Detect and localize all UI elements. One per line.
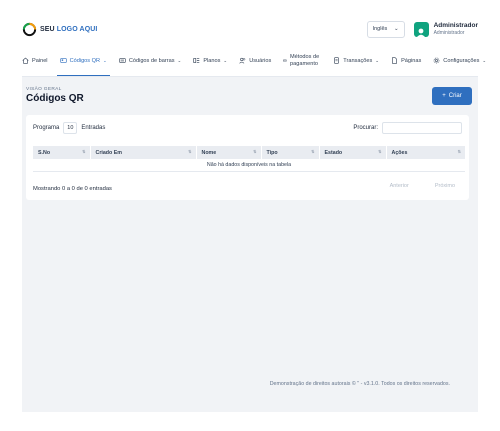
logo-text: SEU LOGO AQUI [40,26,97,33]
logo-main-text: LOGO AQUI [56,25,98,33]
sort-icon: ⇅ [378,149,382,154]
nav-item-painel[interactable]: Painel [22,46,48,75]
main-content: VISÃO GERAL Códigos QR + Criar Programa … [22,77,478,412]
nav-item-metodos-de-pagamento[interactable]: Métodos de pagamento [283,46,321,75]
table-info: Mostrando 0 a 0 de 0 entradas [33,186,112,192]
logo-prefix: SEU [40,25,55,33]
chevron-down-icon: ⌄ [393,26,399,32]
column-label: Criado Em [95,149,123,156]
user-role: Administrador [433,29,465,36]
column-label: S.No [38,149,51,156]
search-control: Procurar: [353,122,462,134]
next-page-button[interactable]: Próximo [435,183,455,189]
length-label-before: Programa [33,125,60,131]
column-label: Tipo [266,149,278,156]
nav-label: Configurações [443,57,480,64]
nav-label: Códigos de barras [128,57,175,64]
chevron-down-icon: ⌄ [103,57,107,63]
sort-icon: ⇅ [188,149,192,154]
page-title: Códigos QR [26,93,84,104]
length-label-after: Entradas [81,125,106,131]
nav-item-codigos-de-barras[interactable]: Códigos de barras ⌄ [119,46,182,75]
column-header-tipo[interactable]: Tipo ⇅ [260,146,319,159]
nav-label: Códigos QR [69,57,101,64]
chevron-down-icon: ⌄ [177,57,182,63]
column-label: Ações [391,149,408,156]
data-table: S.No ⇅ Criado Em ⇅ Nome ⇅ Tipo ⇅ Estado ⇅ Açõ… [33,146,465,172]
chevron-down-icon: ⌄ [375,57,380,63]
user-menu[interactable]: Administrador Administrador [413,21,478,37]
nav-label: Planos [203,57,221,64]
breadcrumb: VISÃO GERAL [26,87,62,92]
column-header-criado-em[interactable]: Criado Em ⇅ [89,146,196,159]
previous-page-button[interactable]: Anterior [390,183,409,189]
nav-label: Usuários [249,57,272,64]
table-card: Programa 10 Entradas Procurar: S.No ⇅ Cri… [26,115,469,200]
user-name: Administrador [433,21,478,29]
nav-label: Transações [343,57,373,64]
page-length-select[interactable]: 10 [63,122,78,134]
empty-table-message: Não há dados disponíveis na tabela [33,159,465,172]
nav-label: Páginas [401,57,422,64]
sort-icon: ⇅ [253,149,257,154]
sort-icon: ⇅ [457,149,461,154]
column-header-sno[interactable]: S.No ⇅ [33,146,90,159]
logo[interactable]: SEU LOGO AQUI [22,22,97,37]
nav-item-paginas[interactable]: Páginas [391,46,421,75]
sort-icon: ⇅ [311,149,315,154]
top-bar: SEU LOGO AQUI Inglês ⌄ Administrador Adm… [22,14,478,44]
language-value: Inglês [372,26,388,32]
column-label: Estado [324,149,343,156]
pages-icon [392,57,397,64]
language-select[interactable]: Inglês ⌄ [366,20,405,38]
pagination: Anterior Próximo [390,183,455,189]
column-header-estado[interactable]: Estado ⇅ [318,146,386,159]
footer-text: Demonstração de direitos autorais © " - … [269,381,450,387]
nav-label: Painel [32,57,48,64]
search-label: Procurar: [353,125,378,131]
nav-item-codigos-qr[interactable]: Códigos QR ⌄ [56,46,111,76]
logo-ring-icon [22,22,37,36]
page-length-value: 10 [67,125,74,131]
user-icon [417,28,426,37]
transactions-icon [334,57,340,64]
length-control: Programa 10 Entradas [33,122,105,134]
payment-icon [283,59,287,62]
nav-item-transacoes[interactable]: Transações ⌄ [333,46,379,75]
main-nav: Painel Códigos QR ⌄ Códigos de barras ⌄ … [22,46,486,76]
column-label: Nome [201,149,217,156]
users-icon [239,57,246,64]
qr-icon [59,58,67,63]
nav-item-configuracoes[interactable]: Configurações ⌄ [433,46,486,75]
plus-icon: + [442,93,446,99]
sort-icon: ⇅ [82,149,86,154]
nav-item-planos[interactable]: Planos ⌄ [193,46,227,75]
home-icon [22,57,29,64]
table-row: Não há dados disponíveis na tabela [33,159,465,172]
barcode-icon [119,58,126,63]
create-button-label: Criar [448,93,462,99]
settings-icon [433,57,440,64]
search-input[interactable] [382,122,462,134]
column-header-acoes[interactable]: Ações ⇅ [385,146,465,159]
plans-icon [193,58,200,63]
nav-label: Métodos de pagamento [290,53,320,67]
chevron-down-icon: ⌄ [482,57,487,63]
avatar [413,21,429,37]
table-header-row: S.No ⇅ Criado Em ⇅ Nome ⇅ Tipo ⇅ Estado ⇅ Açõ… [33,146,465,159]
nav-item-usuarios[interactable]: Usuários [239,46,271,75]
create-button[interactable]: + Criar [432,87,472,105]
chevron-down-icon: ⌄ [223,57,228,63]
column-header-nome[interactable]: Nome ⇅ [195,146,261,159]
